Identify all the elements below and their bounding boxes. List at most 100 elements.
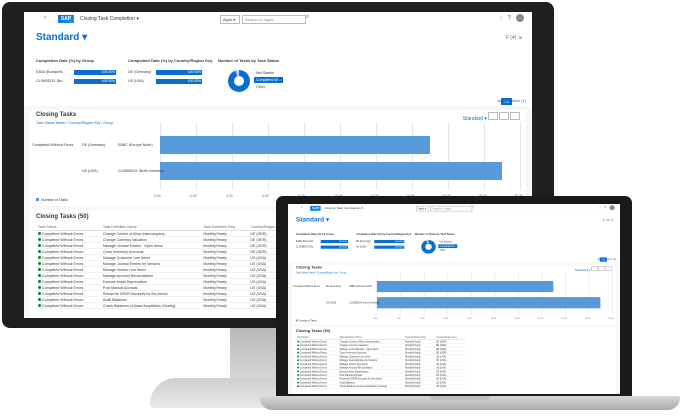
kpi-group-row-bar[interactable]: 100.00% — [320, 245, 349, 249]
back-icon[interactable]: ‹ — [301, 205, 303, 209]
status-donut-chart[interactable] — [421, 240, 436, 254]
kpi-country-row-bar[interactable]: 100.00% — [374, 240, 405, 244]
donut-legend-item[interactable]: Other — [254, 84, 267, 90]
x-tick-label: 12.00 — [514, 317, 520, 320]
table-card: Closing Tasks (50) Task Status Task Defin… — [291, 326, 617, 394]
donut-legend-item[interactable]: Not Started — [438, 240, 453, 244]
table-view-toggle[interactable] — [598, 266, 605, 272]
task-status-text: Completed Without Errors — [42, 297, 84, 302]
chart-bar[interactable] — [376, 297, 601, 309]
bar-category-label: US (USA) — [82, 169, 98, 173]
avatar[interactable] — [609, 205, 615, 211]
table-cell: US (USA) — [434, 384, 466, 389]
kpi-country-row-bar[interactable]: 100.00% — [156, 79, 202, 84]
success-status-icon — [38, 231, 41, 235]
chart-subtitle[interactable]: Task Status Name / Country/Region Key / … — [296, 272, 347, 274]
variant-title[interactable]: Standard ▾ — [296, 216, 329, 223]
bar-category-label: US (USA) — [325, 301, 337, 304]
task-status-text: Completed Without Errors — [42, 231, 84, 236]
kpi-country-row-bar[interactable]: 100.00% — [374, 245, 405, 249]
legend-label: Number of Tasks — [41, 198, 68, 202]
table-view-toggle[interactable] — [499, 112, 509, 120]
success-status-icon — [38, 273, 41, 277]
laptop-app-screen: ‹ SAP Closing Task Completion ▾ Apps ▾ S… — [288, 204, 620, 394]
success-status-icon — [38, 303, 41, 307]
bar-category-label: Completed Without Errors — [32, 143, 74, 147]
help-icon[interactable]: ? — [508, 16, 516, 22]
donut-legend-item[interactable]: Other — [438, 249, 446, 253]
search-scope-select[interactable]: Apps ▾ — [416, 205, 430, 212]
x-tick-label: 4.00 — [420, 317, 425, 320]
success-status-icon — [38, 237, 41, 241]
donut-legend-item[interactable]: Not Started — [254, 70, 276, 76]
kpi-group-row-bar[interactable]: 100.00% — [74, 70, 116, 75]
chart-legend: Number of Tasks — [36, 198, 68, 202]
task-status-text: Completed Without Errors — [299, 373, 327, 377]
laptop: ‹ SAP Closing Task Completion ▾ Apps ▾ S… — [276, 196, 632, 404]
chart-view-toggle[interactable] — [591, 266, 598, 272]
header-actions[interactable]: F (4) ⇲ — [603, 218, 614, 222]
adapt-filters-button[interactable]: Adapt Filters (1) — [498, 98, 526, 103]
task-status-text: Completed Without Errors — [299, 351, 327, 354]
filter-header: Standard ▾ F (4) ⇲ Completion Date (%) b… — [288, 212, 620, 263]
avatar[interactable] — [516, 14, 524, 22]
table-cell: Monthly/Yearly — [403, 384, 435, 389]
chart-toolbar: Standard ▾ — [575, 266, 613, 272]
app-title-menu[interactable]: Closing Task Completion ▾ — [80, 16, 139, 22]
kpi-country-row-label: DE (Germany) — [355, 240, 372, 243]
x-tick-label: 4.00 — [226, 194, 233, 198]
x-tick-label: 2.00 — [396, 317, 401, 320]
task-status-text: Completed Without Errors — [299, 362, 327, 366]
back-icon[interactable]: ‹ — [44, 14, 46, 21]
success-status-icon — [38, 267, 41, 271]
task-status-text: Completed Without Errors — [299, 370, 327, 373]
chart-gridline — [520, 122, 521, 190]
header-actions[interactable]: F (4) ⇲ — [506, 35, 522, 41]
table-cell: Completed Without Errors — [295, 384, 339, 389]
search-scope-select[interactable]: Apps ▾ — [220, 15, 240, 24]
kpi-group-title: Completion Date (%) by Group — [36, 58, 94, 63]
settings-icon[interactable] — [510, 112, 520, 120]
donut-legend-item[interactable]: Completed W... — [438, 244, 457, 249]
kpi-group-row-bar[interactable]: 100.00% — [74, 79, 116, 84]
task-status-text: Completed Without Errors — [42, 237, 84, 242]
donut-legend-item[interactable]: Completed W... — [254, 77, 283, 83]
bar-category-label: CLSKBDOX (North America) — [349, 301, 380, 304]
chart-view-toggle[interactable] — [488, 112, 498, 120]
search-icon[interactable]: ⌕ — [472, 205, 474, 209]
success-status-icon — [38, 255, 41, 259]
task-status-text: Completed Without Errors — [42, 261, 84, 266]
shell-bar: ‹ SAP Closing Task Completion ▾ Apps ▾ S… — [24, 12, 532, 27]
task-status-text: Completed Without Errors — [299, 384, 327, 388]
search-icon[interactable]: ⌕ — [306, 14, 309, 21]
chart-subtitle[interactable]: Task Status Name / Country/Region Key / … — [36, 121, 113, 125]
settings-icon[interactable] — [605, 266, 613, 272]
search-input[interactable]: Search In: Apps — [430, 205, 473, 212]
kpi-country-row-bar[interactable]: 100.00% — [156, 70, 202, 75]
kpi-group-row-label: CLSKBDOX (No... — [295, 245, 316, 249]
notifications-icon[interactable]: ◌ — [499, 16, 508, 22]
task-status-text: Completed Without Errors — [299, 355, 327, 358]
table-row[interactable]: Completed Without Errors Check Balances o… — [295, 384, 466, 389]
task-status-text: Completed Without Errors — [42, 285, 84, 290]
table-cell: Check Balances of Asset Acquisition Clea… — [338, 384, 404, 389]
status-donut-chart[interactable] — [228, 70, 250, 92]
x-tick-label: 10.00 — [490, 317, 497, 320]
chart-bar[interactable] — [376, 280, 554, 293]
chart-bar[interactable] — [160, 136, 430, 154]
kpi-status-title: Number of Tasks by Task Status — [218, 58, 280, 63]
success-status-icon — [38, 291, 41, 295]
x-tick-label: 2.00 — [190, 194, 197, 198]
task-status-text: Completed Without Errors — [42, 303, 84, 308]
adapt-filters-button[interactable]: Adapt Filters (1) — [597, 257, 616, 260]
search-input[interactable]: Search In: Apps — [242, 15, 306, 24]
task-status-text: Completed Without Errors — [299, 358, 327, 362]
kpi-group-row-bar[interactable]: 100.00% — [320, 240, 349, 244]
app-title-menu[interactable]: Closing Task Completion ▾ — [325, 206, 363, 210]
x-tick-label: 18.00 — [584, 317, 591, 320]
table-row[interactable]: Completed Without Errors Check Balances o… — [36, 302, 296, 309]
success-status-icon — [38, 297, 41, 301]
chart-card: Closing Tasks Task Status Name / Country… — [30, 110, 526, 206]
chart-bar[interactable] — [160, 162, 502, 180]
variant-title[interactable]: Standard ▾ — [36, 32, 87, 43]
